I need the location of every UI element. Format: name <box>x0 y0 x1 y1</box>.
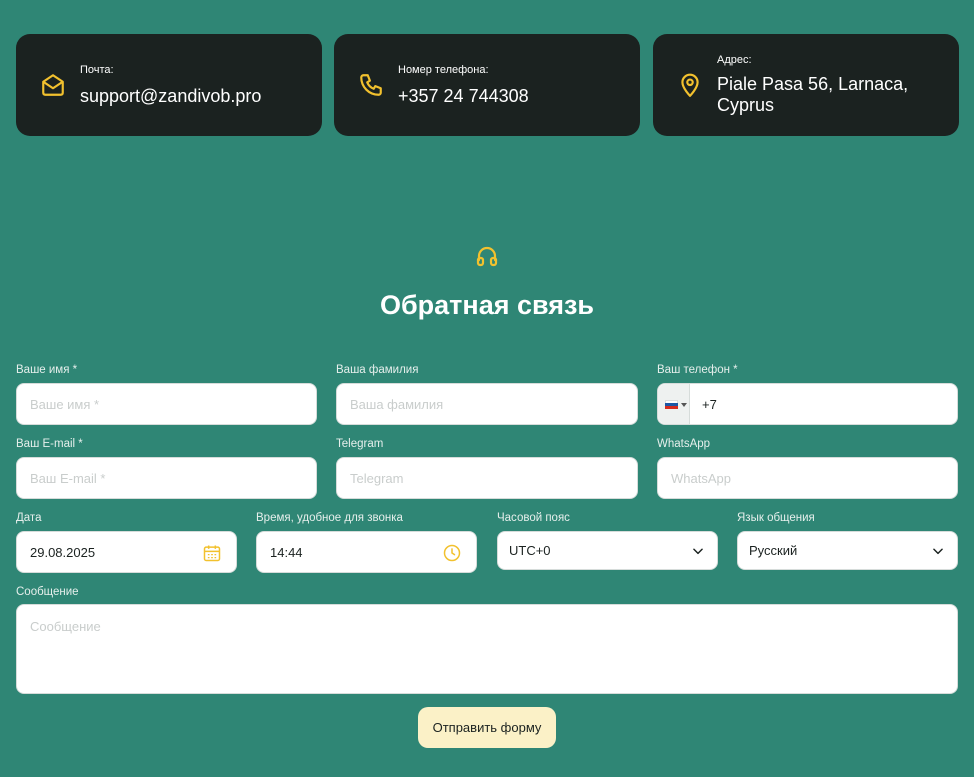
telegram-label: Telegram <box>336 438 384 450</box>
address-label: Адрес: <box>717 54 752 66</box>
calendar-icon[interactable] <box>202 543 222 563</box>
phone-label: Номер телефона: <box>398 64 489 76</box>
russia-flag-icon <box>665 400 678 409</box>
language-value: Русский <box>749 543 798 558</box>
time-label: Время, удобное для звонка <box>256 512 403 524</box>
last-name-placeholder: Ваша фамилия <box>350 396 444 412</box>
first-name-placeholder: Ваше имя * <box>30 396 100 412</box>
whatsapp-field[interactable]: WhatsApp <box>657 457 958 499</box>
submit-button[interactable]: Отправить форму <box>418 707 556 748</box>
time-value: 14:44 <box>270 544 303 560</box>
first-name-label: Ваше имя * <box>16 364 78 376</box>
language-label: Язык общения <box>737 512 815 524</box>
whatsapp-label: WhatsApp <box>657 438 711 450</box>
email-label: Почта: <box>80 64 114 76</box>
headphones-icon <box>476 246 498 267</box>
timezone-value: UTC+0 <box>509 543 551 558</box>
chevron-down-icon <box>693 548 703 555</box>
date-label: Дата <box>16 512 42 524</box>
timezone-select[interactable]: UTC+0 <box>497 531 718 570</box>
whatsapp-placeholder: WhatsApp <box>671 470 731 486</box>
telegram-field[interactable]: Telegram <box>336 457 638 499</box>
language-select[interactable]: Русский <box>737 531 958 570</box>
message-label: Сообщение <box>16 586 79 598</box>
chevron-down-icon <box>933 548 943 555</box>
phone-value[interactable]: +357 24 744308 <box>398 86 628 107</box>
envelope-icon <box>42 74 64 96</box>
last-name-label: Ваша фамилия <box>336 364 419 376</box>
email-field-label: Ваш E-mail * <box>16 438 83 450</box>
contact-cards: Почта: support@zandivob.pro Номер телефо… <box>16 34 959 136</box>
last-name-field[interactable]: Ваша фамилия <box>336 383 638 425</box>
timezone-label: Часовой пояс <box>497 512 570 524</box>
email-placeholder: Ваш E-mail * <box>30 470 106 486</box>
date-field[interactable]: 29.08.2025 <box>16 531 237 573</box>
phone-field[interactable]: +7 <box>657 383 958 425</box>
location-pin-icon <box>681 73 699 97</box>
message-field[interactable] <box>16 604 958 694</box>
clock-icon[interactable] <box>442 543 462 563</box>
telegram-placeholder: Telegram <box>350 470 404 486</box>
country-dropdown-arrow-icon <box>681 403 687 407</box>
email-card: Почта: support@zandivob.pro <box>16 34 322 136</box>
time-field[interactable]: 14:44 <box>256 531 477 573</box>
phone-card: Номер телефона: +357 24 744308 <box>334 34 640 136</box>
phone-field-value: +7 <box>702 396 717 412</box>
section-title: Обратная связь <box>379 290 595 320</box>
country-selector[interactable] <box>658 384 690 424</box>
date-value: 29.08.2025 <box>30 544 96 560</box>
phone-icon <box>360 74 382 96</box>
address-card: Адрес: Piale Pasa 56, Larnaca, Cyprus <box>653 34 959 136</box>
email-value[interactable]: support@zandivob.pro <box>80 86 310 107</box>
first-name-field[interactable]: Ваше имя * <box>16 383 317 425</box>
phone-field-label: Ваш телефон * <box>657 364 738 376</box>
address-value: Piale Pasa 56, Larnaca, Cyprus <box>717 74 909 115</box>
email-field[interactable]: Ваш E-mail * <box>16 457 317 499</box>
